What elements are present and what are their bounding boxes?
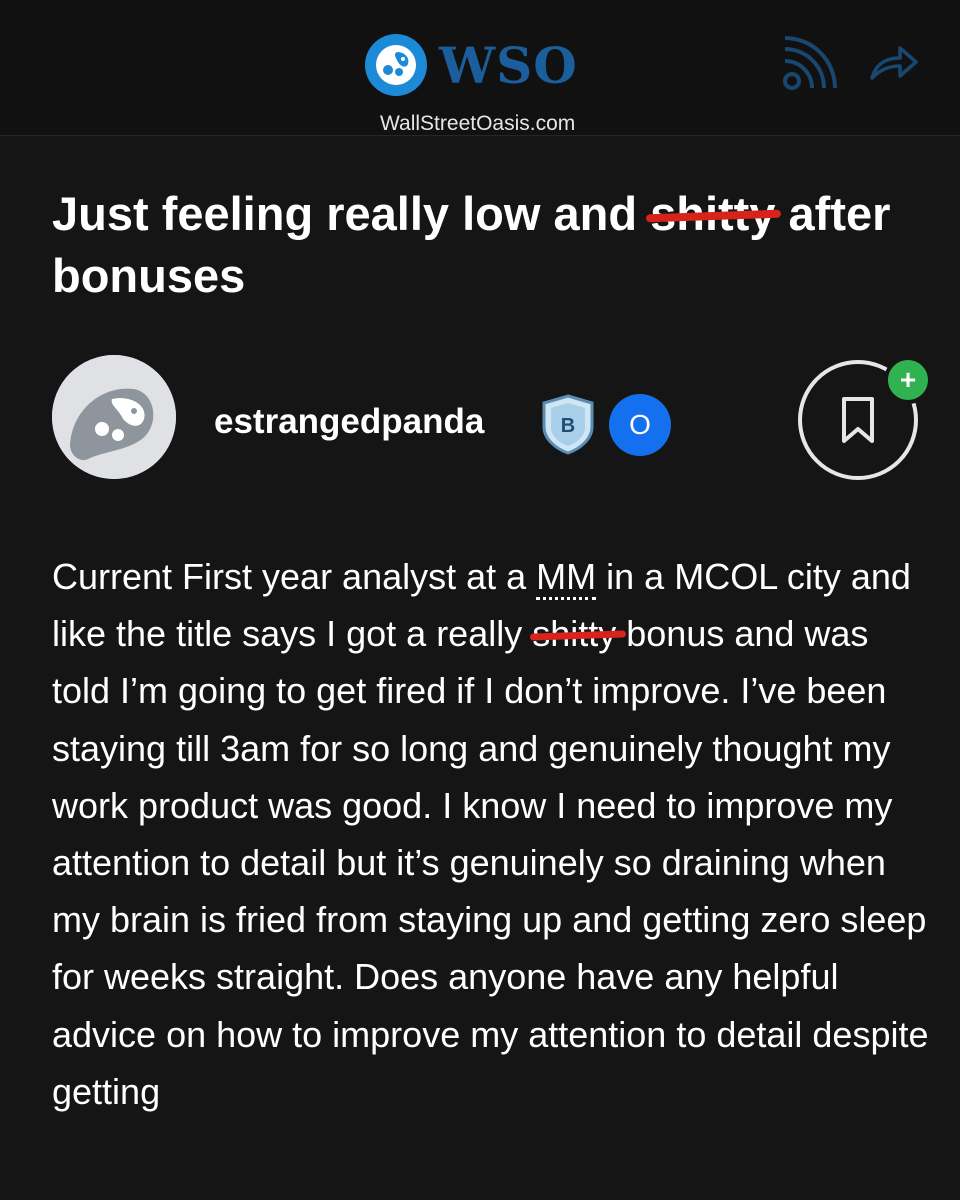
body-abbreviation[interactable]: MM — [536, 556, 597, 600]
post-body: Current First year analyst at a MM in a … — [52, 548, 932, 1120]
add-plus-icon[interactable]: + — [884, 356, 932, 404]
title-text: Just feeling really low and — [52, 187, 651, 240]
top-bar: WSO WallStreetOasis.com — [0, 0, 960, 136]
panda-avatar-icon — [52, 355, 176, 479]
banker-shield-badge-icon: B — [542, 394, 594, 455]
rss-feed-icon[interactable] — [780, 35, 838, 93]
post-title: Just feeling really low and shitty after… — [52, 183, 912, 307]
body-text: Current First year analyst at a — [52, 556, 537, 597]
title-struck-word: shitty — [650, 183, 775, 245]
avatar[interactable] — [52, 355, 176, 479]
body-text-3: bonus and was told I’m going to get fire… — [52, 613, 929, 1112]
badge-letter: B — [561, 415, 575, 437]
author-username[interactable]: estrangedpanda — [214, 402, 484, 442]
panda-logo-icon — [365, 34, 427, 96]
bookmark-icon — [842, 397, 874, 443]
site-tagline: WallStreetOasis.com — [380, 112, 576, 135]
share-arrow-icon[interactable] — [868, 42, 920, 82]
wso-logo[interactable]: WSO — [365, 33, 578, 97]
body-struck-word: shitty — [532, 605, 616, 662]
logo-text: WSO — [439, 35, 578, 95]
status-badge: O — [609, 394, 671, 456]
